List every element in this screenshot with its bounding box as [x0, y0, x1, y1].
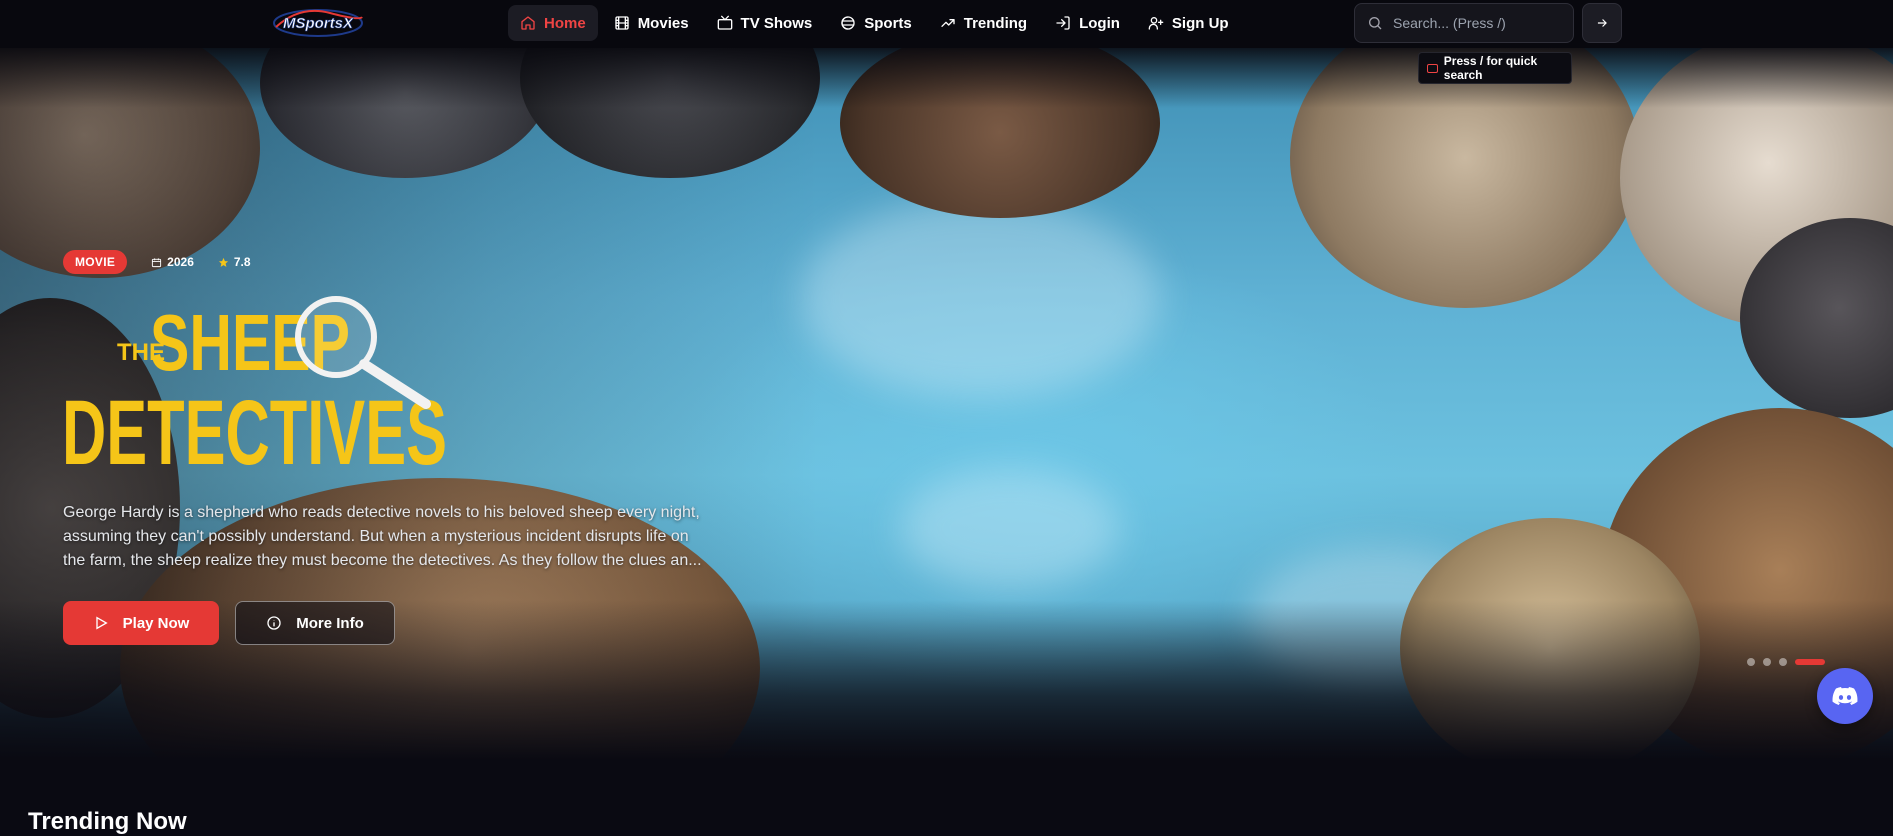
search-icon	[1369, 17, 1382, 30]
star-icon	[218, 257, 228, 267]
nav-trending-label: Trending	[963, 14, 1028, 32]
discord-button[interactable]	[1817, 668, 1873, 724]
quick-search-tooltip: Press / for quick search	[1418, 52, 1572, 84]
tv-icon	[717, 15, 732, 30]
more-info-label: More Info	[296, 614, 364, 632]
user-plus-icon	[1148, 17, 1164, 30]
movie-title-logo: THE SHEEP DETECTIVES	[62, 296, 447, 472]
trending-icon	[941, 18, 955, 27]
search-field[interactable]	[1354, 3, 1574, 43]
keyboard-icon	[1427, 63, 1438, 73]
nav-tv-shows[interactable]: TV Shows	[705, 5, 825, 41]
rating-text: 7.8	[233, 255, 251, 269]
info-icon	[267, 616, 281, 630]
discord-icon	[1832, 687, 1858, 705]
media-type-badge: MOVIE	[63, 250, 128, 274]
nav-tv-shows-label: TV Shows	[740, 14, 813, 32]
nav-movies-label: Movies	[637, 14, 689, 32]
home-icon	[521, 16, 535, 30]
play-now-button[interactable]: Play Now	[63, 601, 219, 645]
nav-home[interactable]: Home	[508, 5, 598, 41]
carousel-indicators	[1747, 658, 1825, 666]
site-logo[interactable]: MSportsX	[270, 3, 366, 41]
nav-movies[interactable]: Movies	[602, 5, 701, 41]
hero-gradient-top	[0, 48, 1893, 108]
more-info-button[interactable]: More Info	[235, 601, 395, 645]
hero-meta-row: MOVIE 2026 7.8	[63, 250, 251, 274]
rating: 7.8	[218, 255, 251, 269]
carousel-dot-3[interactable]	[1779, 658, 1787, 666]
main-nav: Home Movies TV Shows Sports Trending Log…	[508, 5, 1241, 41]
nav-sports[interactable]: Sports	[828, 5, 924, 41]
calendar-icon	[152, 257, 162, 267]
release-year: 2026	[151, 255, 194, 269]
film-icon	[615, 16, 629, 30]
carousel-dot-1[interactable]	[1747, 658, 1755, 666]
play-now-label: Play Now	[122, 614, 190, 632]
quick-search-hint-text: Press / for quick search	[1443, 54, 1538, 82]
nav-sports-label: Sports	[864, 14, 912, 32]
search-submit-button[interactable]	[1582, 3, 1622, 43]
release-year-text: 2026	[167, 255, 194, 269]
search-input[interactable]	[1393, 15, 1553, 31]
nav-sign-up-label: Sign Up	[1171, 14, 1229, 32]
nav-login-label: Login	[1079, 14, 1120, 32]
nav-sign-up[interactable]: Sign Up	[1136, 5, 1241, 41]
carousel-dot-2[interactable]	[1763, 658, 1771, 666]
top-navbar: MSportsX Home Movies TV Shows Sports Tre…	[0, 0, 1893, 48]
nav-trending[interactable]: Trending	[928, 5, 1039, 41]
section-heading-trending: Trending Now	[28, 808, 187, 835]
carousel-dot-4[interactable]	[1795, 659, 1825, 665]
arrow-right-icon	[1597, 19, 1607, 27]
title-logo-line2: DETECTIVES	[62, 382, 447, 472]
ball-icon	[841, 16, 855, 30]
play-icon	[95, 616, 108, 630]
movie-description: George Hardy is a shepherd who reads det…	[63, 504, 702, 569]
nav-home-label: Home	[544, 14, 586, 32]
login-icon	[1056, 16, 1070, 30]
logo-text: MSportsX	[283, 15, 354, 32]
nav-login[interactable]: Login	[1043, 5, 1132, 41]
